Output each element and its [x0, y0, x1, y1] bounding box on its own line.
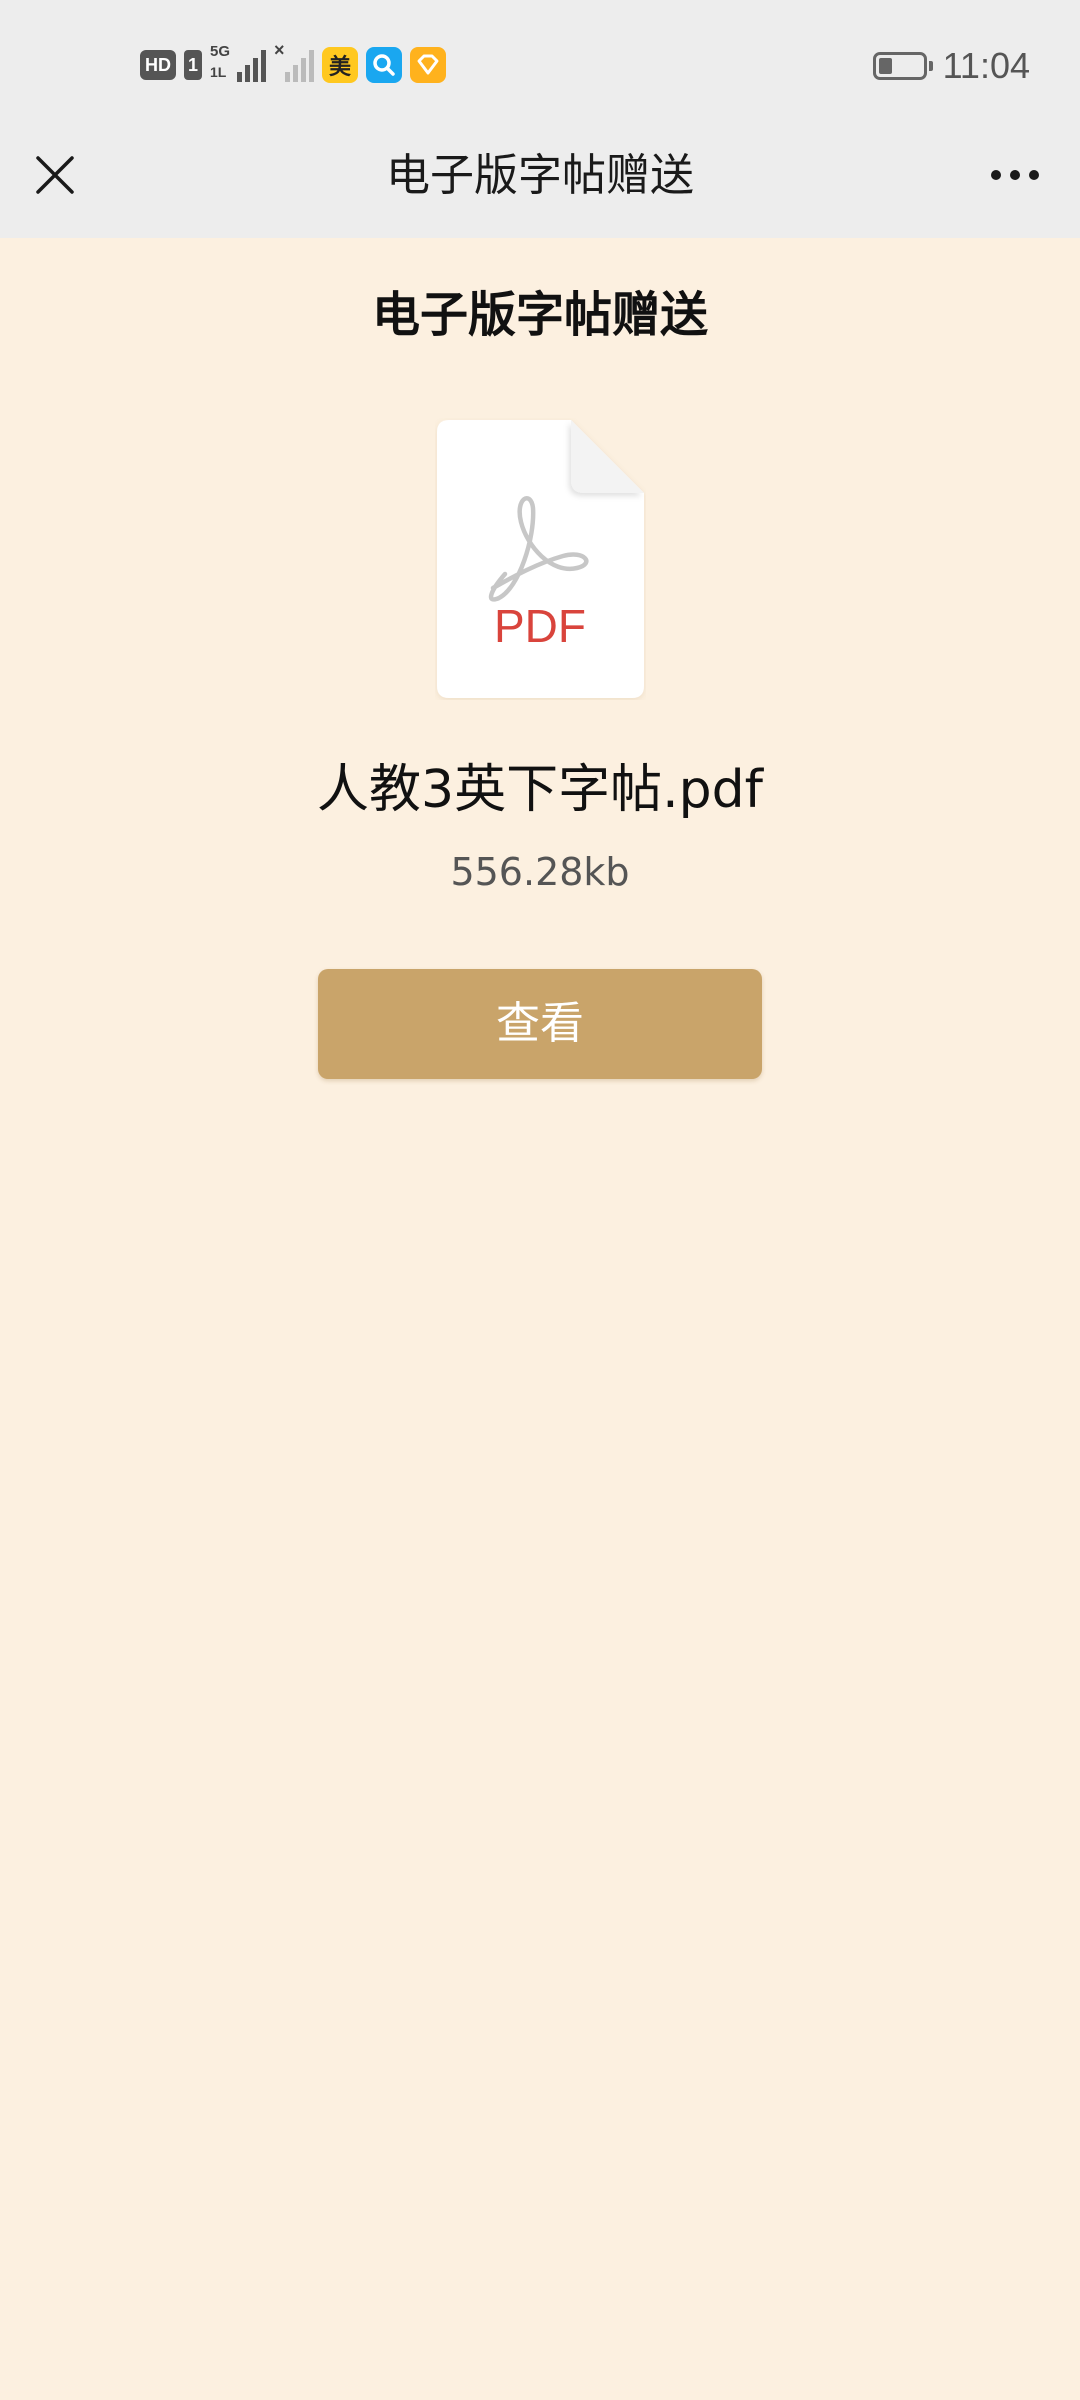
search-app-icon: [366, 47, 402, 83]
diamond-app-icon: [410, 47, 446, 83]
hd-voice-icon: HD: [140, 50, 176, 80]
close-icon: [36, 156, 74, 194]
more-dot-icon: [1010, 170, 1020, 180]
close-button[interactable]: [30, 150, 80, 200]
view-button[interactable]: 查看: [318, 969, 762, 1079]
signal-off-icon: ×: [274, 40, 314, 84]
nav-title: 电子版字帖赠送: [386, 150, 694, 201]
network-sub-label: 1L: [210, 64, 227, 80]
battery-level: [878, 58, 892, 74]
sim-1-icon: 1: [184, 50, 202, 80]
nav-bar: 电子版字帖赠送: [0, 132, 1080, 238]
more-options-button[interactable]: [980, 150, 1050, 200]
signal-bars-off: [285, 50, 314, 82]
top-bar: HD 1 5G 1L × 美 11:04 电子版字帖赠送: [0, 0, 1080, 238]
status-indicators: HD 1 5G 1L × 美: [140, 40, 446, 84]
meituan-app-icon: 美: [322, 47, 358, 83]
more-dot-icon: [1029, 170, 1039, 180]
status-bar: HD 1 5G 1L × 美 11:04: [0, 0, 1080, 132]
signal-5g-icon: 5G 1L: [210, 43, 266, 84]
battery-icon: [872, 52, 933, 80]
signal-bars: [237, 50, 266, 82]
pdf-file-icon[interactable]: PDF: [435, 418, 646, 700]
file-name: 人教3英下字帖.pdf: [317, 760, 763, 820]
clock: 11:04: [942, 45, 1030, 86]
page-heading: 电子版字帖赠送: [371, 287, 708, 343]
status-right: 11:04: [872, 44, 1030, 88]
more-dot-icon: [991, 170, 1001, 180]
file-size: 556.28kb: [450, 850, 630, 894]
network-type-label: 5G: [210, 43, 231, 60]
pdf-label: PDF: [494, 600, 586, 652]
